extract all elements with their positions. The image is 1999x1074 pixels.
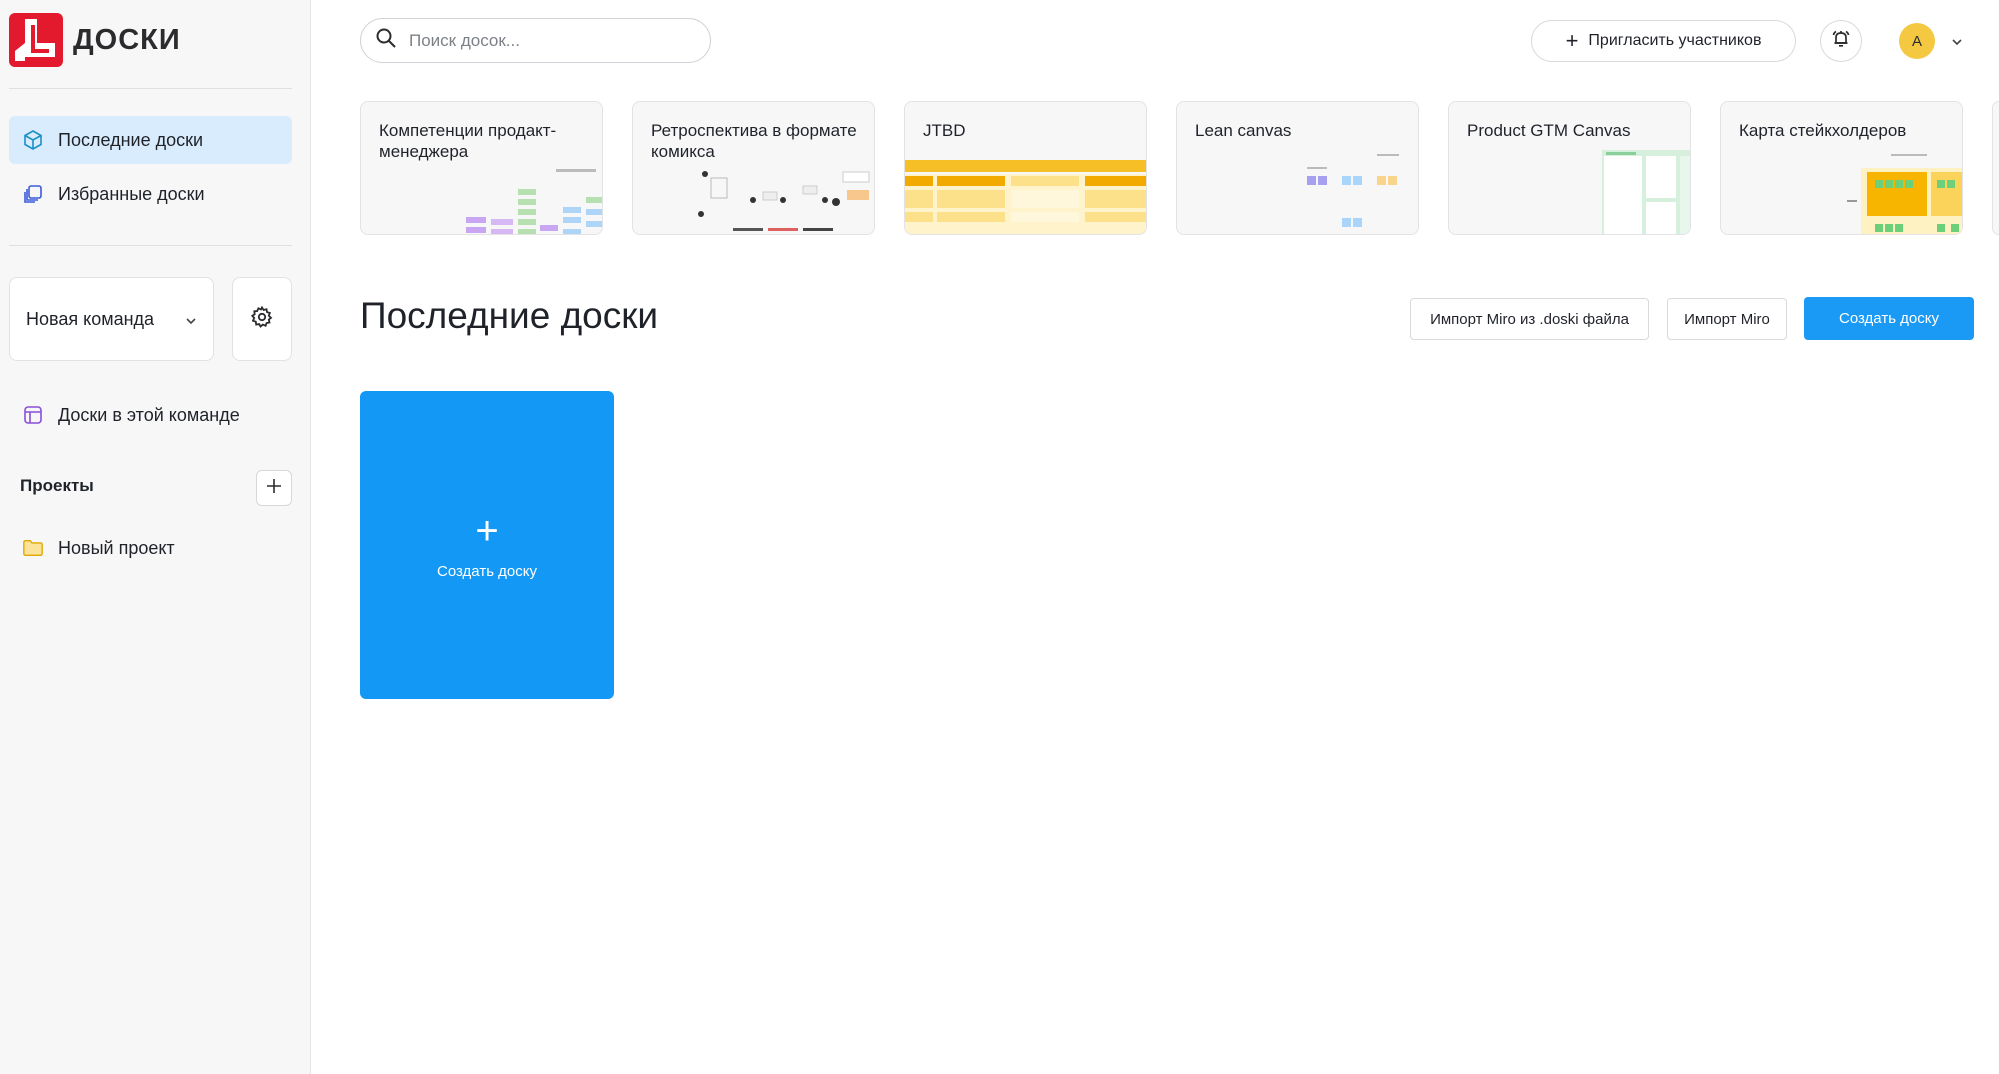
brand-name: ДОСКИ xyxy=(73,23,181,56)
template-title: JTBD xyxy=(923,121,966,140)
template-card[interactable]: Lean canvas xyxy=(1176,101,1419,235)
template-card[interactable]: Компетенции продакт-менеджера xyxy=(360,101,603,235)
page-title: Последние доски xyxy=(360,295,659,336)
sidebar-divider xyxy=(9,245,292,246)
create-board-card[interactable]: + Создать доску xyxy=(360,391,614,699)
template-title: Карта стейкхолдеров xyxy=(1739,121,1907,140)
sidebar-item-team-boards[interactable]: Доски в этой команде xyxy=(9,391,292,439)
template-title: Lean canvas xyxy=(1195,121,1292,140)
plus-icon: + xyxy=(475,508,499,553)
invite-members-button[interactable]: + Пригласить участников xyxy=(1531,20,1796,62)
team-name: Новая команда xyxy=(26,308,155,329)
plus-icon: + xyxy=(1565,28,1579,53)
notifications-button[interactable] xyxy=(1820,20,1862,62)
chevron-down-icon xyxy=(185,309,197,330)
template-card[interactable]: Карта стейкхолдеров xyxy=(1720,101,1963,235)
template-thumbnail xyxy=(1602,150,1690,234)
logo[interactable]: ДОСКИ xyxy=(9,13,181,67)
bell-icon xyxy=(1831,29,1851,54)
button-label: Импорт Miro из .doski файла xyxy=(1430,310,1629,328)
plus-icon xyxy=(265,477,283,500)
sidebar-divider xyxy=(9,88,292,89)
sidebar-item-label: Последние доски xyxy=(58,129,204,150)
template-title: Ретроспектива в формате комикса xyxy=(651,121,857,161)
import-miro-button[interactable]: Импорт Miro xyxy=(1667,298,1787,340)
template-card[interactable]: JTBD xyxy=(904,101,1147,235)
team-settings-button[interactable] xyxy=(232,277,292,361)
avatar-initial: A xyxy=(1911,32,1922,50)
sidebar-item-favorite-boards[interactable]: Избранные доски xyxy=(9,170,292,218)
sidebar-item-recent-boards[interactable]: Последние доски xyxy=(9,116,292,164)
import-miro-doski-button[interactable]: Импорт Miro из .doski файла xyxy=(1410,298,1649,340)
template-card[interactable]: Ретроспектива в формате комикса xyxy=(632,101,875,235)
search-icon xyxy=(375,27,397,54)
app-root: ДОСКИ Последние доски Избранные доски Но… xyxy=(0,0,1999,1074)
template-card[interactable]: Product GTM Canvas xyxy=(1448,101,1691,235)
folder-icon xyxy=(22,537,44,559)
add-project-button[interactable] xyxy=(256,470,292,506)
layers-icon xyxy=(22,183,44,205)
brand-logo-icon xyxy=(9,13,63,67)
button-label: Создать доску xyxy=(1839,310,1939,327)
search-input[interactable] xyxy=(409,30,679,51)
avatar[interactable]: A xyxy=(1899,23,1935,59)
sidebar: ДОСКИ Последние доски Избранные доски Но… xyxy=(0,0,311,1074)
template-thumbnail xyxy=(905,160,1146,234)
sidebar-item-label: Избранные доски xyxy=(58,183,205,204)
template-thumbnail xyxy=(1307,154,1399,227)
search-bar[interactable] xyxy=(360,18,711,63)
create-board-button[interactable]: Создать доску xyxy=(1804,297,1974,340)
board-grid-icon xyxy=(22,404,44,426)
invite-label: Пригласить участников xyxy=(1588,32,1762,49)
team-select[interactable]: Новая команда xyxy=(9,277,214,361)
template-title: Компетенции продакт-менеджера xyxy=(379,121,557,161)
sidebar-item-project[interactable]: Новый проект xyxy=(9,524,292,572)
template-thumbnail xyxy=(698,171,870,231)
sidebar-item-label: Новый проект xyxy=(58,537,175,558)
chevron-down-icon[interactable] xyxy=(1951,33,1963,51)
create-card-label: Создать доску xyxy=(437,562,537,580)
gear-icon xyxy=(250,305,274,334)
template-thumbnail xyxy=(1847,154,1962,234)
button-label: Импорт Miro xyxy=(1684,310,1770,328)
projects-heading: Проекты xyxy=(20,476,94,495)
cube-icon xyxy=(22,129,44,151)
sidebar-item-label: Доски в этой команде xyxy=(58,404,240,425)
template-card-partial[interactable] xyxy=(1992,101,1999,235)
template-thumbnail xyxy=(466,169,602,234)
template-title: Product GTM Canvas xyxy=(1467,121,1631,140)
